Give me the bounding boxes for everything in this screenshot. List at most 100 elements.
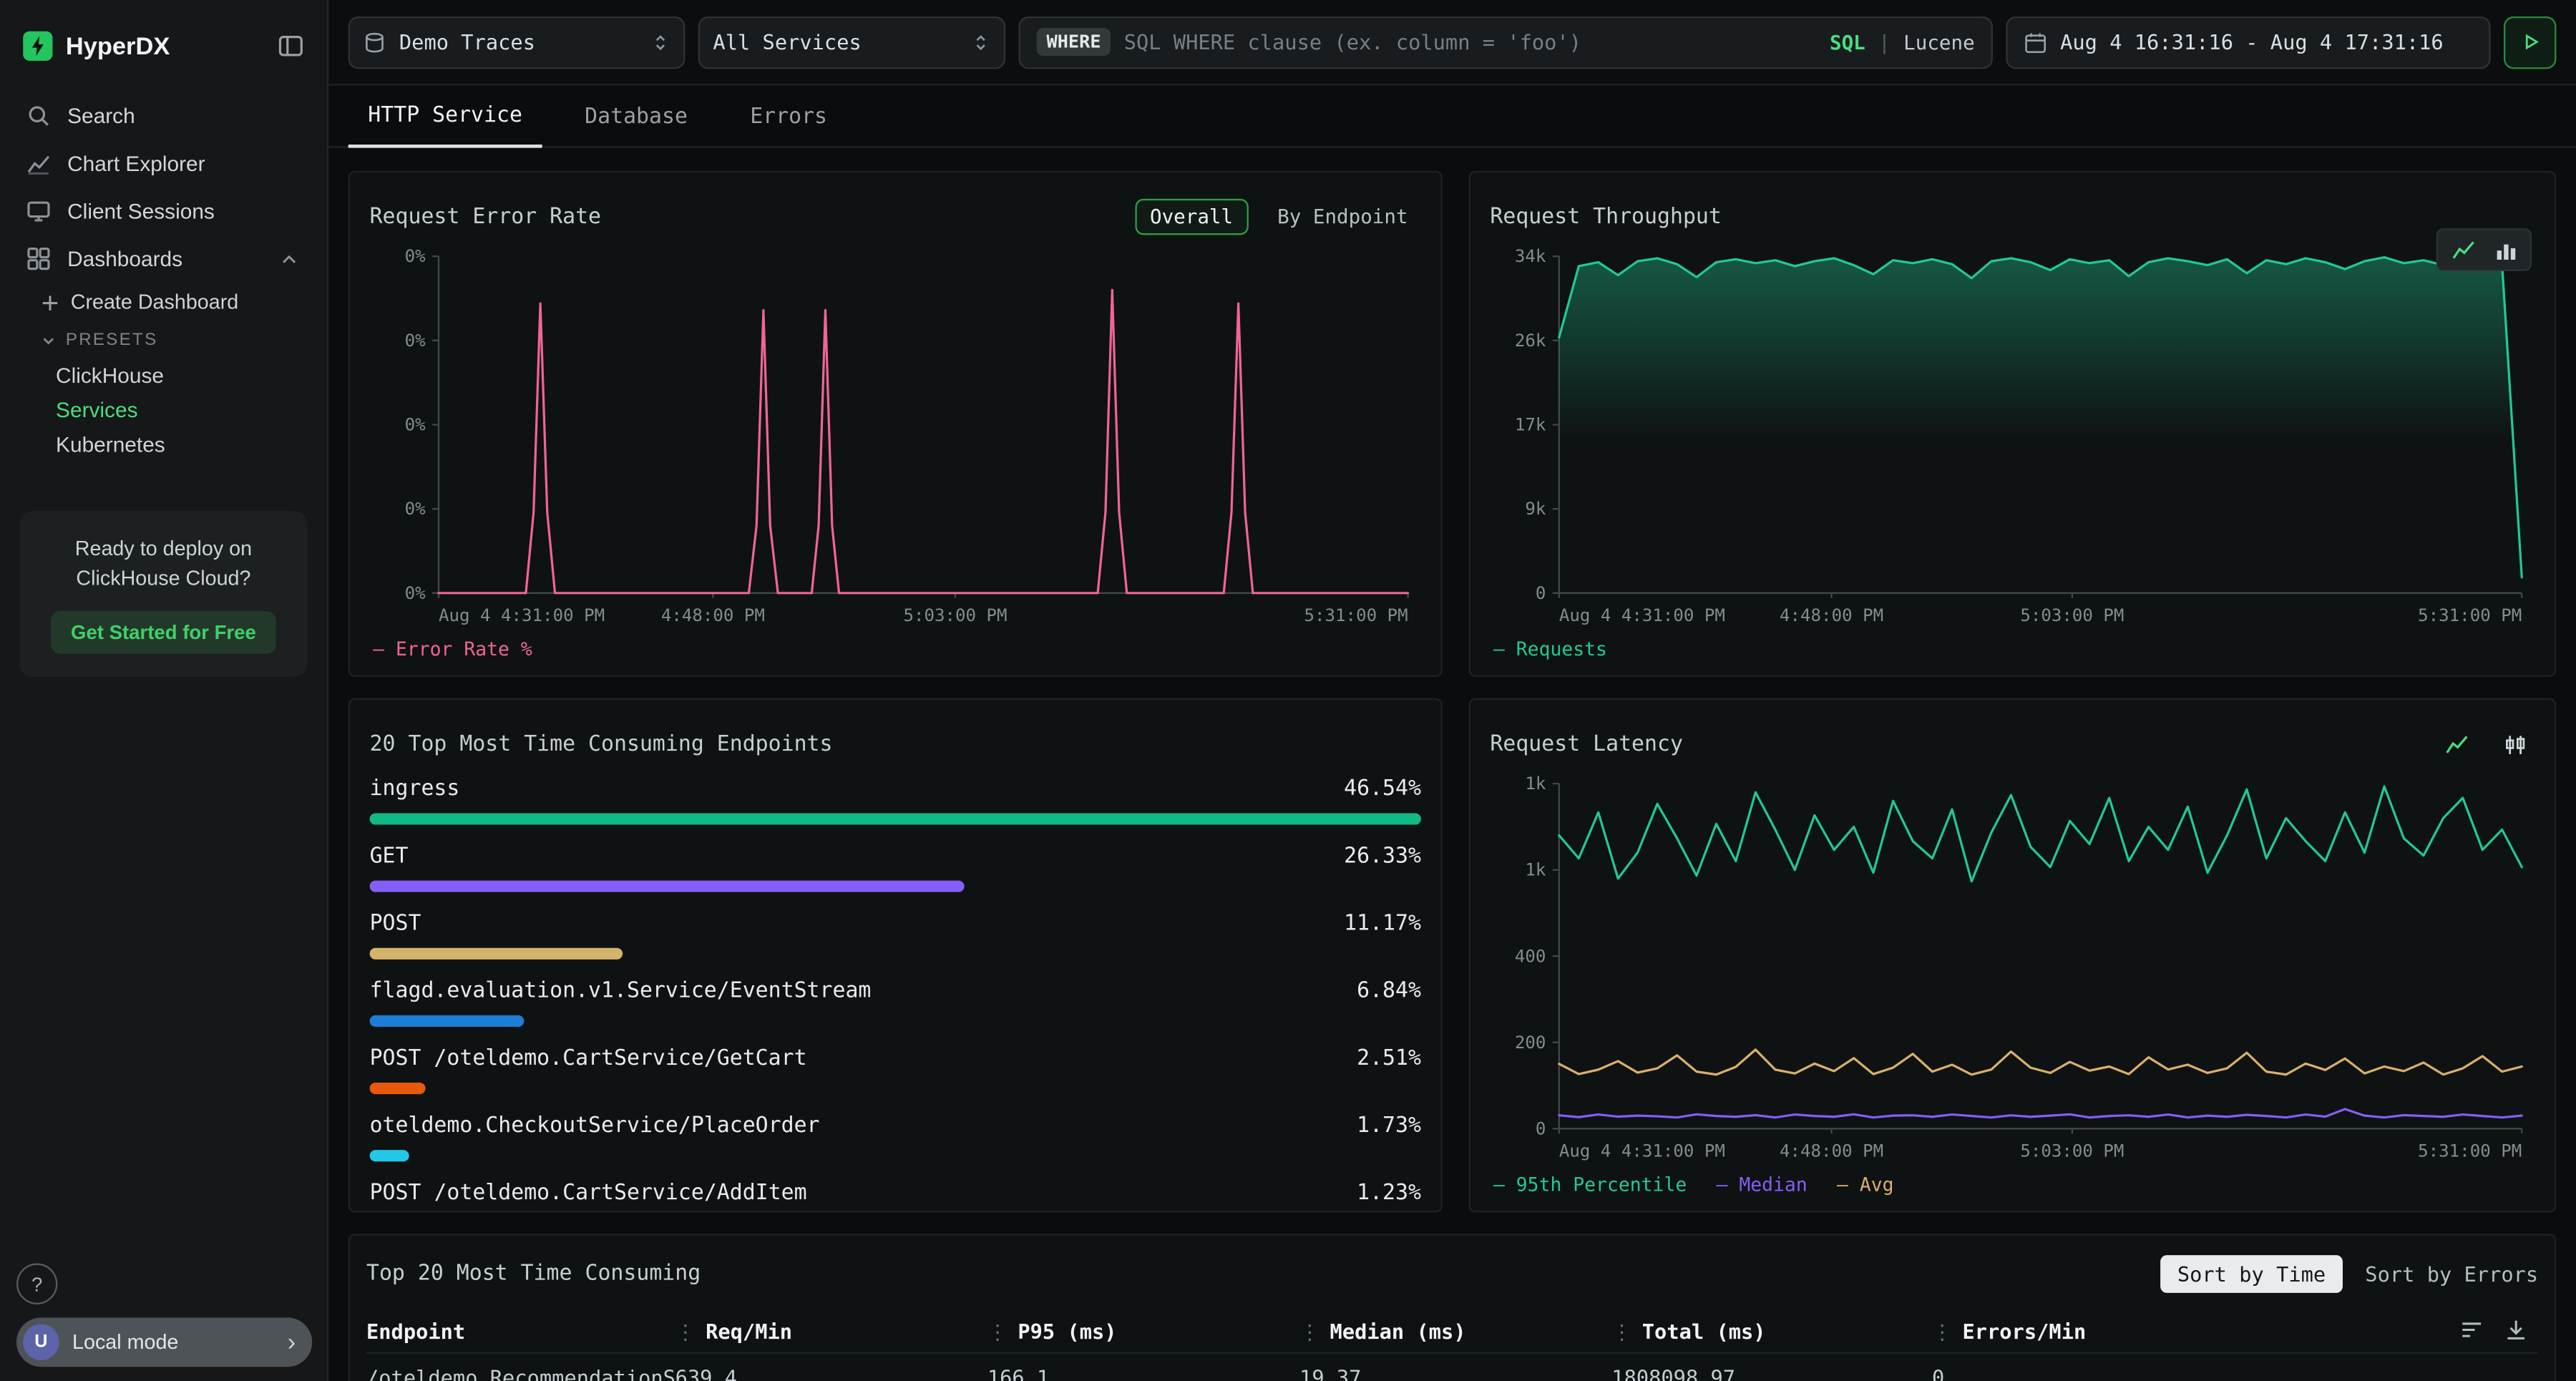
endpoint-bar <box>370 1015 525 1027</box>
monitor-icon <box>26 199 51 223</box>
toggle-overall[interactable]: Overall <box>1135 199 1247 235</box>
search-box[interactable]: WHERE SQL | Lucene <box>1018 16 1992 68</box>
collapse-sidebar-icon[interactable] <box>278 33 304 59</box>
run-query-button[interactable] <box>2504 16 2556 68</box>
topbar: Demo Traces All Services WHERE SQL | Luc… <box>328 0 2576 85</box>
endpoint-name: oteldemo.CheckoutService/PlaceOrder <box>370 1112 820 1141</box>
svg-text:4:48:00 PM: 4:48:00 PM <box>1780 605 1883 625</box>
col-header-median-ms[interactable]: ⋮Median (ms) <box>1299 1319 1611 1344</box>
bar-head: ingress46.54% <box>370 776 1421 805</box>
column-grip-icon[interactable]: ⋮ <box>1932 1319 1953 1344</box>
tab-database[interactable]: Database <box>565 85 708 147</box>
svg-text:0: 0 <box>1536 1118 1546 1138</box>
col-header-req-min[interactable]: ⋮Req/Min <box>675 1319 987 1344</box>
sidebar-item-chart-explorer[interactable]: Chart Explorer <box>0 140 327 187</box>
chart-line-icon <box>26 151 51 175</box>
chart-legend: — Requests <box>1490 633 2534 665</box>
get-started-button[interactable]: Get Started for Free <box>51 612 275 655</box>
service-select[interactable]: All Services <box>698 16 1005 68</box>
presets-toggle[interactable]: PRESETS <box>0 322 327 358</box>
throughput-chart[interactable]: 34k26k17k9k0Aug 4 4:31:00 PM4:48:00 PM5:… <box>1490 241 2534 632</box>
source-select-value: Demo Traces <box>399 29 638 54</box>
toggle-by-endpoint[interactable]: By Endpoint <box>1264 200 1421 233</box>
download-icon[interactable] <box>2504 1317 2528 1342</box>
panel-request-latency: Request Latency <box>1469 698 2557 1213</box>
legend-95th-percentile[interactable]: — 95th Percentile <box>1493 1173 1687 1196</box>
calendar-icon <box>2024 30 2047 53</box>
lucene-mode-toggle[interactable]: Lucene <box>1903 30 1975 53</box>
line-chart-icon[interactable] <box>2436 729 2476 758</box>
svg-text:5:31:00 PM: 5:31:00 PM <box>1304 605 1408 625</box>
create-dashboard-button[interactable]: Create Dashboard <box>0 283 327 322</box>
sidebar-preset-kubernetes[interactable]: Kubernetes <box>0 427 327 462</box>
column-grip-icon[interactable]: ⋮ <box>1299 1319 1320 1344</box>
sql-mode-toggle[interactable]: SQL <box>1830 30 1865 53</box>
tab-http-service[interactable]: HTTP Service <box>348 85 542 147</box>
sidebar-nav: Search Chart Explorer Client Sessions <box>0 92 327 462</box>
svg-text:Aug 4 4:31:00 PM: Aug 4 4:31:00 PM <box>439 605 605 625</box>
table-title: Top 20 Most Time Consuming <box>366 1261 701 1285</box>
sidebar-item-client-sessions[interactable]: Client Sessions <box>0 187 327 235</box>
sidebar-item-dashboards[interactable]: Dashboards <box>0 235 327 283</box>
sort-by-time-button[interactable]: Sort by Time <box>2161 1254 2342 1292</box>
endpoint-bar-flagd-evaluation-v1-service-eventstream[interactable]: flagd.evaluation.v1.Service/EventStream6… <box>370 977 1421 1027</box>
svg-text:Aug 4 4:31:00 PM: Aug 4 4:31:00 PM <box>1559 1141 1725 1161</box>
select-chevrons-icon <box>971 30 991 53</box>
endpoint-percent: 46.54% <box>1344 776 1421 805</box>
col-header-total-ms[interactable]: ⋮Total (ms) <box>1611 1319 1932 1344</box>
sidebar-item-label: Dashboards <box>67 246 182 270</box>
table-cell-errors-min: 0 <box>1932 1365 2538 1381</box>
error-rate-chart[interactable]: 0%0%0%0%0%Aug 4 4:31:00 PM4:48:00 PM5:03… <box>370 241 1421 632</box>
time-range-picker[interactable]: Aug 4 16:31:16 - Aug 4 17:31:16 <box>2006 16 2490 68</box>
svg-text:0%: 0% <box>405 331 426 351</box>
col-header-p95-ms[interactable]: ⋮P95 (ms) <box>987 1319 1299 1344</box>
help-button[interactable]: ? <box>16 1264 57 1304</box>
line-chart-icon[interactable] <box>2443 235 2482 264</box>
endpoint-name: POST /oteldemo.CartService/GetCart <box>370 1045 807 1074</box>
endpoint-bar-post[interactable]: POST11.17% <box>370 910 1421 960</box>
box-plot-icon[interactable] <box>2495 729 2534 758</box>
svg-text:1k: 1k <box>1525 774 1546 794</box>
create-dashboard-label: Create Dashboard <box>71 291 239 313</box>
table-cell-req-min: 639.4 <box>675 1365 987 1381</box>
endpoint-bar <box>370 881 965 892</box>
chevron-up-icon <box>278 248 301 270</box>
sort-by-errors-button[interactable]: Sort by Errors <box>2365 1261 2538 1285</box>
column-grip-icon[interactable]: ⋮ <box>675 1319 696 1344</box>
endpoint-bar-post-oteldemo-cartservice-getcart[interactable]: POST /oteldemo.CartService/GetCart2.51% <box>370 1045 1421 1094</box>
bar-chart-icon[interactable] <box>2486 235 2525 264</box>
endpoint-bar-post-oteldemo-cartservice-additem[interactable]: POST /oteldemo.CartService/AddItem1.23% <box>370 1179 1421 1201</box>
table-cell-p95-ms: 166.1 <box>987 1365 1299 1381</box>
dashboard-content: Request Error Rate Overall By Endpoint 0… <box>328 148 2576 1381</box>
brand-name: HyperDX <box>66 32 265 60</box>
column-grip-icon[interactable]: ⋮ <box>1611 1319 1632 1344</box>
endpoint-bar-ingress[interactable]: ingress46.54% <box>370 776 1421 825</box>
col-header-endpoint[interactable]: Endpoint <box>366 1319 675 1344</box>
search-input[interactable] <box>1124 29 1817 54</box>
column-grip-icon[interactable]: ⋮ <box>987 1319 1008 1344</box>
legend-median[interactable]: — Median <box>1717 1173 1807 1196</box>
table-row[interactable]: /oteldemo.RecommendationServ639.4166.119… <box>366 1354 2538 1381</box>
svg-text:0%: 0% <box>405 246 426 266</box>
legend-error-rate[interactable]: — Error Rate % <box>373 638 532 660</box>
endpoint-bar-get[interactable]: GET26.33% <box>370 843 1421 892</box>
legend-avg[interactable]: — Avg <box>1837 1173 1893 1196</box>
column-settings-icon[interactable] <box>2459 1317 2484 1342</box>
tab-errors[interactable]: Errors <box>731 85 847 147</box>
legend-requests[interactable]: — Requests <box>1493 638 1607 660</box>
latency-chart[interactable]: 1k1k4002000Aug 4 4:31:00 PM4:48:00 PM5:0… <box>1490 768 2534 1168</box>
source-select[interactable]: Demo Traces <box>348 16 686 68</box>
svg-text:4:48:00 PM: 4:48:00 PM <box>1780 1141 1883 1161</box>
endpoint-bar-oteldemo-checkoutservice-placeorder[interactable]: oteldemo.CheckoutService/PlaceOrder 1.73% <box>370 1112 1421 1161</box>
hyperdx-logo <box>23 31 52 61</box>
sidebar-preset-clickhouse[interactable]: ClickHouse <box>0 358 327 393</box>
panel-title: Request Throughput <box>1490 205 1721 229</box>
endpoint-bar <box>370 813 1421 824</box>
sidebar-item-search[interactable]: Search <box>0 92 327 140</box>
user-menu[interactable]: U Local mode › <box>16 1317 312 1367</box>
table-cell-endpoint: /oteldemo.RecommendationServ <box>366 1365 675 1381</box>
database-icon <box>363 30 386 53</box>
sidebar-preset-services[interactable]: Services <box>0 393 327 427</box>
col-header-errors-min[interactable]: ⋮Errors/Min <box>1932 1319 2439 1344</box>
endpoint-percent: 1.73% <box>1357 1112 1421 1141</box>
